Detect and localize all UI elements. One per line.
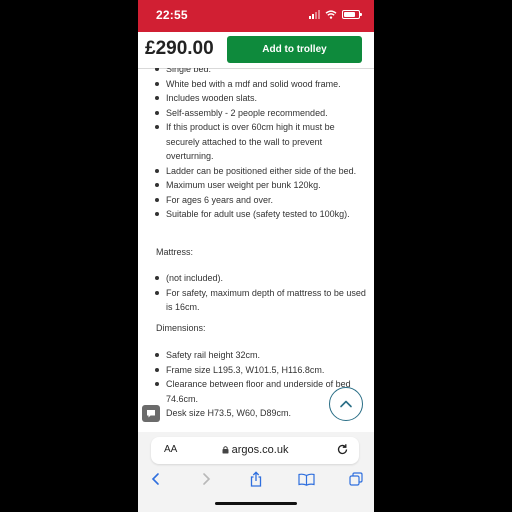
bookmarks-button[interactable] (294, 468, 318, 490)
wifi-icon (325, 10, 337, 19)
phone-screen: 22:55 £290.00 Add to trolley Single bed.… (138, 0, 374, 512)
browser-toolbar (138, 468, 374, 490)
chat-bubble-icon (147, 410, 155, 418)
reload-icon[interactable] (336, 443, 349, 456)
home-indicator (215, 502, 297, 505)
scroll-to-top-button[interactable] (329, 387, 363, 421)
add-to-trolley-button[interactable]: Add to trolley (227, 36, 362, 63)
list-item: For ages 6 years and over. (154, 193, 366, 208)
share-icon (250, 471, 262, 487)
chat-button[interactable] (142, 405, 160, 422)
url-display: argos.co.uk (151, 444, 359, 456)
tabs-icon (349, 472, 363, 486)
chevron-right-icon (203, 473, 211, 485)
mattress-heading: Mattress: (156, 247, 194, 257)
list-item: Maximum user weight per bunk 120kg. (154, 178, 366, 193)
list-item: Suitable for adult use (safety tested to… (154, 207, 366, 222)
dimensions-heading: Dimensions: (156, 323, 206, 333)
features-list: Single bed. White bed with a mdf and sol… (154, 68, 366, 222)
list-item: Safety rail height 32cm. (154, 348, 366, 363)
forward-button[interactable] (194, 468, 218, 490)
list-item: Single bed. (154, 68, 366, 77)
browser-bottom-bar: AA argos.co.uk (138, 432, 374, 512)
list-item: Ladder can be positioned either side of … (154, 164, 366, 179)
url-text: argos.co.uk (231, 444, 289, 456)
list-item: Includes wooden slats. (154, 91, 366, 106)
mattress-list: (not included). For safety, maximum dept… (154, 271, 366, 315)
list-item: Frame size L195.3, W101.5, H116.8cm. (154, 363, 366, 378)
chevron-left-icon (151, 473, 159, 485)
lock-icon (222, 446, 229, 454)
chevron-up-icon (340, 400, 352, 408)
product-description: Single bed. White bed with a mdf and sol… (138, 68, 374, 432)
sticky-price-bar: £290.00 Add to trolley (138, 32, 374, 69)
battery-icon (342, 10, 362, 19)
list-item: (not included). (154, 271, 366, 286)
product-price: £290.00 (145, 38, 214, 59)
list-item: White bed with a mdf and solid wood fram… (154, 77, 366, 92)
list-item: For safety, maximum depth of mattress to… (154, 286, 366, 315)
list-item: If this product is over 60cm high it mus… (154, 120, 366, 164)
back-button[interactable] (144, 468, 168, 490)
tabs-button[interactable] (344, 468, 368, 490)
share-button[interactable] (244, 468, 268, 490)
list-item: Self-assembly - 2 people recommended. (154, 106, 366, 121)
status-time: 22:55 (156, 8, 188, 22)
cellular-signal-icon (309, 10, 320, 19)
status-bar: 22:55 (138, 0, 374, 32)
book-icon (297, 473, 315, 486)
address-bar[interactable]: AA argos.co.uk (151, 437, 359, 464)
status-icons (309, 10, 362, 19)
